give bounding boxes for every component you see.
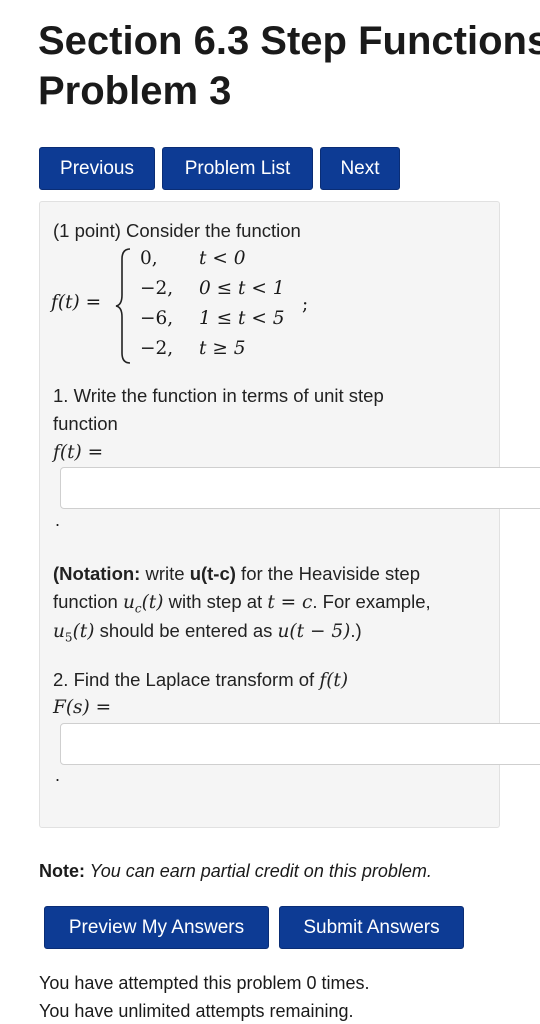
case-condition: 1 ≤ t < 5 bbox=[199, 308, 285, 329]
answer-2-dot: . bbox=[55, 765, 61, 785]
notation-text: for the Heaviside step bbox=[235, 563, 420, 584]
question-2-text: 2. Find the Laplace transform of f(t) bbox=[53, 669, 348, 691]
answer-actions: Preview My Answers Submit Answers bbox=[44, 906, 464, 949]
page-title: Section 6.3 Step Functions: Problem 3 bbox=[38, 16, 540, 116]
answer-1-input[interactable] bbox=[60, 467, 540, 509]
notation-subscript: 5 bbox=[64, 630, 73, 645]
notation-math: (t) bbox=[72, 621, 95, 642]
case-condition: 0 ≤ t < 1 bbox=[199, 278, 285, 299]
submit-answers-button[interactable]: Submit Answers bbox=[279, 906, 464, 949]
case-value: 0, bbox=[140, 248, 158, 269]
answer-1-dot: . bbox=[55, 510, 61, 530]
attempts-remaining: You have unlimited attempts remaining. bbox=[39, 1001, 354, 1021]
problem-nav: Previous Problem List Next bbox=[39, 147, 400, 190]
notation-text: should be entered as bbox=[94, 620, 278, 641]
notation-math: u bbox=[53, 621, 65, 642]
question-2-lhs: F(s) = bbox=[53, 697, 112, 718]
case-value: −2, bbox=[140, 278, 174, 299]
problem-panel: (1 point) Consider the function f(t) = 0… bbox=[39, 201, 540, 828]
attempts-status: You have attempted this problem 0 times. bbox=[39, 973, 370, 993]
problem-intro: (1 point) Consider the function bbox=[53, 220, 301, 241]
next-button[interactable]: Next bbox=[320, 147, 400, 190]
notation-text: . For example, bbox=[312, 591, 431, 612]
case-condition: t < 0 bbox=[199, 248, 246, 269]
previous-button[interactable]: Previous bbox=[39, 147, 155, 190]
notation-text: write bbox=[140, 563, 190, 584]
notation-math: t = c bbox=[267, 592, 313, 613]
preview-answers-button[interactable]: Preview My Answers bbox=[44, 906, 269, 949]
case-terminator: ; bbox=[302, 294, 309, 315]
notation-text: .) bbox=[350, 620, 362, 641]
notation-line2: function uc(t) with step at t = c. For e… bbox=[53, 591, 431, 616]
notation-math: u(t − 5) bbox=[277, 621, 351, 642]
notation-math: (t) bbox=[141, 592, 164, 613]
problem-list-button[interactable]: Problem List bbox=[162, 147, 313, 190]
function-lhs: f(t) = bbox=[51, 292, 102, 313]
notation-math: u bbox=[122, 592, 135, 613]
partial-credit-note: Note: You can earn partial credit on thi… bbox=[39, 861, 432, 882]
case-value: −6, bbox=[140, 308, 174, 329]
question-1-line1: 1. Write the function in terms of unit s… bbox=[53, 385, 384, 406]
notation-subscript: c bbox=[134, 601, 142, 616]
case-condition: t ≥ 5 bbox=[199, 338, 246, 359]
notation-code: u(t-c) bbox=[189, 563, 236, 584]
page-title-line1: Section 6.3 Step Functions: bbox=[38, 19, 540, 63]
notation-text: function bbox=[53, 591, 123, 612]
notation-label: (Notation: bbox=[53, 563, 141, 584]
notation-line3: u5(t) should be entered as u(t − 5).) bbox=[53, 620, 362, 645]
piecewise-brace bbox=[115, 248, 131, 364]
question-1-lhs: f(t) = bbox=[53, 442, 104, 463]
note-label: Note: bbox=[39, 861, 85, 881]
question-2-math: f(t) bbox=[319, 670, 349, 691]
page-title-line2: Problem 3 bbox=[38, 69, 232, 113]
notation-line1: (Notation: write u(t-c) for the Heavisid… bbox=[53, 563, 420, 585]
question-1-line2: function bbox=[53, 413, 118, 434]
notation-text: with step at bbox=[163, 591, 268, 612]
case-value: −2, bbox=[140, 338, 174, 359]
note-text: You can earn partial credit on this prob… bbox=[85, 861, 432, 881]
answer-2-input[interactable] bbox=[60, 723, 540, 765]
question-2-label: 2. Find the Laplace transform of bbox=[53, 669, 320, 690]
